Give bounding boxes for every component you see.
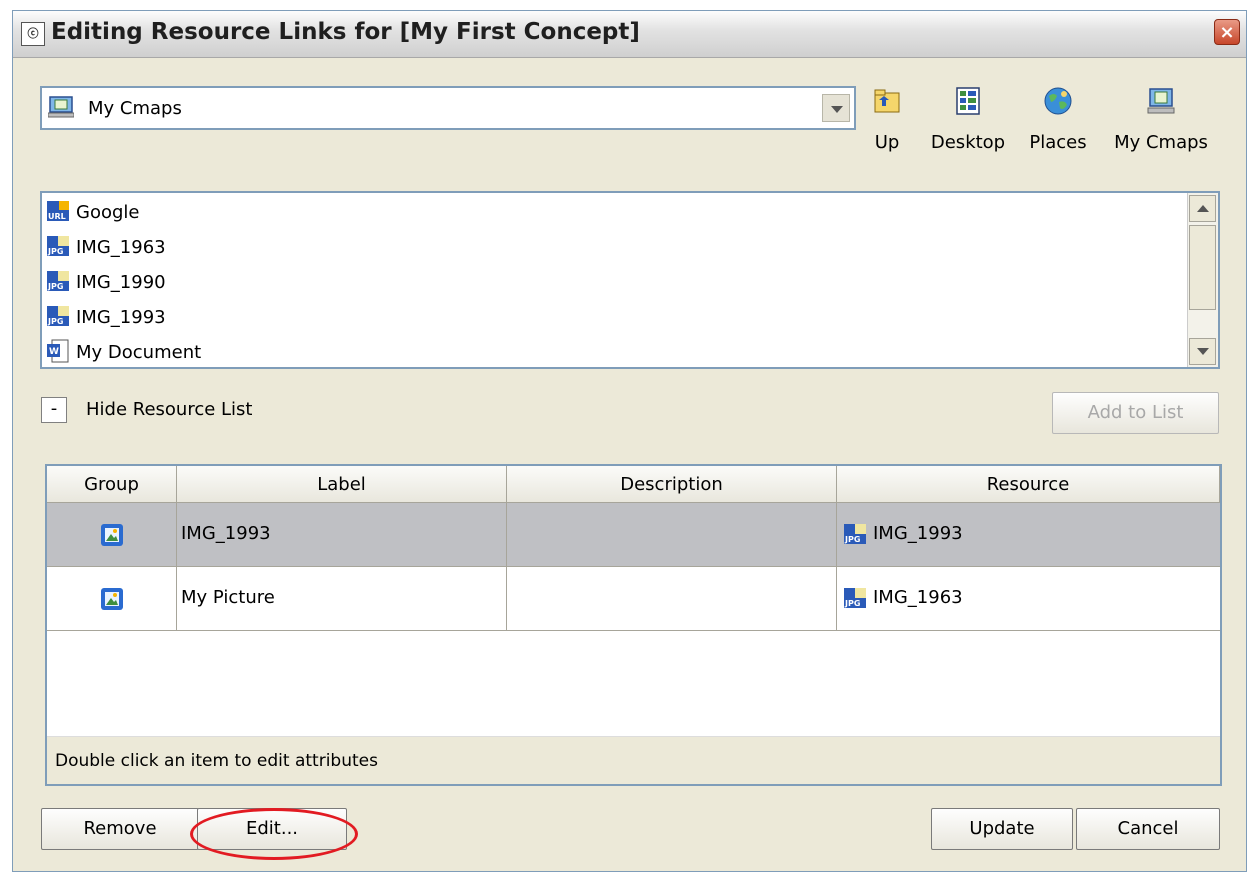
description-cell: [507, 567, 837, 630]
label-cell: My Picture: [177, 567, 507, 630]
desktop-icon: [956, 87, 980, 115]
places-button[interactable]: Places: [1023, 86, 1093, 153]
list-item[interactable]: JPG IMG_1993: [46, 303, 166, 333]
my-cmaps-label: My Cmaps: [1114, 132, 1208, 153]
status-hint: Double click an item to edit attributes: [47, 736, 1220, 784]
hide-resource-list-toggle[interactable]: -: [41, 397, 67, 423]
list-item[interactable]: JPG IMG_1963: [46, 233, 166, 263]
dropdown-arrow-button[interactable]: [822, 94, 850, 122]
app-icon: ⓒ: [21, 22, 45, 46]
jpg-icon: JPG: [844, 524, 866, 544]
my-cmaps-button[interactable]: My Cmaps: [1106, 86, 1216, 153]
column-header-group[interactable]: Group: [47, 466, 177, 503]
column-header-label[interactable]: Label: [177, 466, 507, 503]
group-cell: [47, 503, 177, 566]
resource-cell: JPG IMG_1963: [844, 587, 963, 608]
location-value: My Cmaps: [88, 98, 182, 119]
list-item[interactable]: URL Google: [46, 198, 139, 228]
jpg-icon: JPG: [47, 236, 69, 256]
word-doc-icon: W: [47, 339, 69, 363]
svg-text:JPG: JPG: [844, 599, 860, 608]
group-cell: [47, 567, 177, 630]
desktop-label: Desktop: [930, 132, 1006, 153]
column-header-resource[interactable]: Resource: [837, 466, 1220, 503]
jpg-icon: JPG: [844, 588, 866, 608]
hide-resource-list-label: Hide Resource List: [86, 399, 253, 420]
dialog-title: Editing Resource Links for [My First Con…: [51, 19, 640, 45]
resource-list-scrollbar[interactable]: [1187, 193, 1218, 367]
globe-icon: [1044, 87, 1072, 115]
resource-links-dialog: ⓒ Editing Resource Links for [My First C…: [12, 10, 1247, 872]
column-header-description[interactable]: Description: [507, 466, 837, 503]
picture-icon: [100, 523, 123, 546]
svg-text:URL: URL: [48, 212, 66, 221]
close-button[interactable]: ×: [1214, 19, 1240, 45]
scroll-down-button[interactable]: [1189, 338, 1216, 365]
scroll-thumb[interactable]: [1189, 225, 1216, 310]
picture-icon: [100, 587, 123, 610]
label-cell: IMG_1993: [177, 503, 507, 566]
svg-text:JPG: JPG: [47, 282, 63, 291]
svg-text:W: W: [49, 347, 59, 357]
up-button[interactable]: Up: [863, 86, 911, 153]
resource-cell: JPG IMG_1993: [844, 523, 963, 544]
title-bar: ⓒ Editing Resource Links for [My First C…: [13, 11, 1246, 58]
links-table: Group Label Description Resource IMG_199…: [45, 464, 1222, 786]
svg-text:JPG: JPG: [844, 535, 860, 544]
jpg-icon: JPG: [47, 306, 69, 326]
list-item[interactable]: W My Document: [46, 338, 201, 368]
remove-button[interactable]: Remove: [41, 808, 199, 850]
table-row[interactable]: My Picture JPG IMG_1963: [47, 567, 1220, 631]
list-item[interactable]: JPG IMG_1990: [46, 268, 166, 298]
description-cell: [507, 503, 837, 566]
jpg-icon: JPG: [47, 271, 69, 291]
add-to-list-button[interactable]: Add to List: [1052, 392, 1219, 434]
places-label: Places: [1029, 132, 1087, 153]
url-icon: URL: [47, 201, 69, 221]
my-cmaps-toolbar-icon: [1147, 88, 1175, 114]
resource-list[interactable]: URL Google JPG IMG_1963 JPG IMG_1990 JPG IMG…: [40, 191, 1220, 369]
edit-button[interactable]: Edit...: [197, 808, 347, 850]
svg-text:JPG: JPG: [47, 317, 63, 326]
location-dropdown[interactable]: My Cmaps: [40, 86, 856, 130]
scroll-up-button[interactable]: [1189, 195, 1216, 222]
up-folder-icon: [874, 89, 900, 113]
my-cmaps-icon: [48, 96, 74, 118]
svg-text:JPG: JPG: [47, 247, 63, 256]
up-label: Up: [874, 132, 900, 153]
update-button[interactable]: Update: [931, 808, 1073, 850]
table-row[interactable]: IMG_1993 JPG IMG_1993: [47, 503, 1220, 567]
cancel-button[interactable]: Cancel: [1076, 808, 1220, 850]
desktop-button[interactable]: Desktop: [928, 86, 1008, 153]
